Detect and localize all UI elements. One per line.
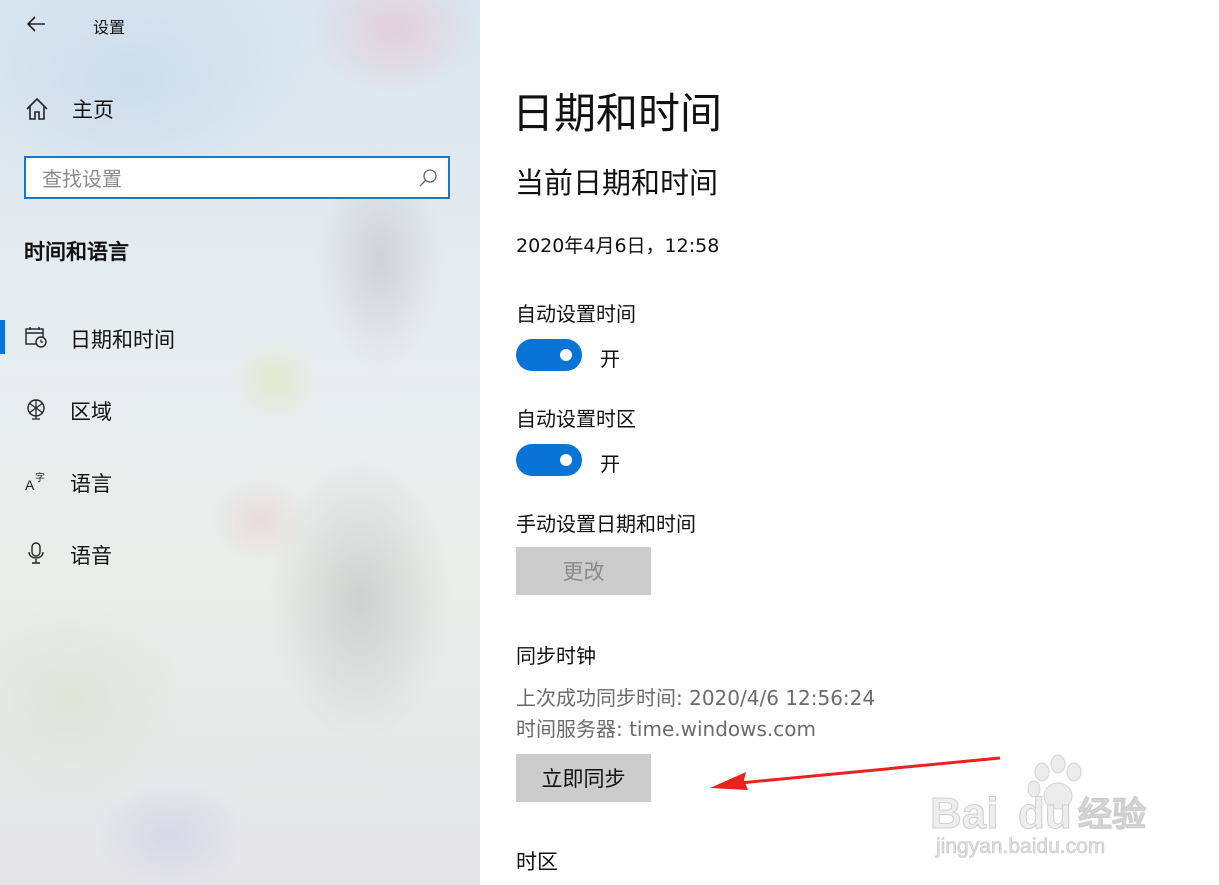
home-label: 主页 <box>72 98 114 122</box>
sidebar-item-language[interactable]: A 字 语言 <box>0 456 480 506</box>
home-icon <box>26 97 48 120</box>
svg-text:字: 字 <box>35 471 45 484</box>
search-box[interactable] <box>24 156 450 199</box>
time-server-text: 时间服务器: time.windows.com <box>516 717 817 741</box>
sync-clock-heading: 同步时钟 <box>516 644 596 668</box>
sync-now-button[interactable]: 立即同步 <box>516 754 651 802</box>
calendar-clock-icon <box>25 327 47 348</box>
current-datetime: 2020年4月6日，12:58 <box>516 235 720 257</box>
section-title: 时间和语言 <box>24 240 129 264</box>
manual-datetime-label: 手动设置日期和时间 <box>516 512 696 536</box>
sidebar-item-date-time[interactable]: 日期和时间 <box>0 312 480 362</box>
auto-time-state: 开 <box>600 347 620 371</box>
home-button[interactable]: 主页 <box>24 92 114 126</box>
sidebar: 设置 主页 时间和语言 日期和时间 区域 A <box>0 0 480 885</box>
page-title: 日期和时间 <box>512 89 723 138</box>
baidu-jingyan-watermark: Bai du 经验 jingyan.baidu.com <box>930 754 1147 858</box>
window-title: 设置 <box>93 18 126 37</box>
back-arrow-icon[interactable] <box>25 12 49 36</box>
last-sync-text: 上次成功同步时间: 2020/4/6 12:56:24 <box>516 686 876 710</box>
language-icon: A 字 <box>25 471 45 493</box>
auto-time-toggle[interactable] <box>516 339 582 371</box>
auto-timezone-toggle[interactable] <box>516 444 582 476</box>
sidebar-item-speech[interactable]: 语音 <box>0 528 480 578</box>
auto-time-label: 自动设置时间 <box>516 302 636 326</box>
search-icon[interactable] <box>418 168 438 188</box>
section-subtitle: 当前日期和时间 <box>515 166 719 200</box>
change-button[interactable]: 更改 <box>516 547 651 595</box>
sidebar-item-label: 区域 <box>70 400 112 424</box>
microphone-icon <box>28 542 44 564</box>
watermark-brand-left: Bai <box>930 789 998 838</box>
watermark-brand-cn: 经验 <box>1078 795 1146 835</box>
sidebar-item-label: 语言 <box>70 472 112 496</box>
toggle-knob <box>560 454 572 466</box>
svg-text:A: A <box>25 477 35 493</box>
watermark-url: jingyan.baidu.com <box>935 835 1105 858</box>
toggle-knob <box>560 349 572 361</box>
search-input[interactable] <box>40 158 414 199</box>
globe-icon <box>27 399 45 420</box>
timezone-heading: 时区 <box>516 850 558 874</box>
auto-timezone-label: 自动设置时区 <box>516 407 636 431</box>
sidebar-item-label: 日期和时间 <box>70 328 175 352</box>
sidebar-item-region[interactable]: 区域 <box>0 384 480 434</box>
auto-timezone-state: 开 <box>600 452 620 476</box>
watermark-brand-right: du <box>1018 789 1072 838</box>
sidebar-item-label: 语音 <box>70 544 112 568</box>
selected-indicator <box>0 320 5 354</box>
